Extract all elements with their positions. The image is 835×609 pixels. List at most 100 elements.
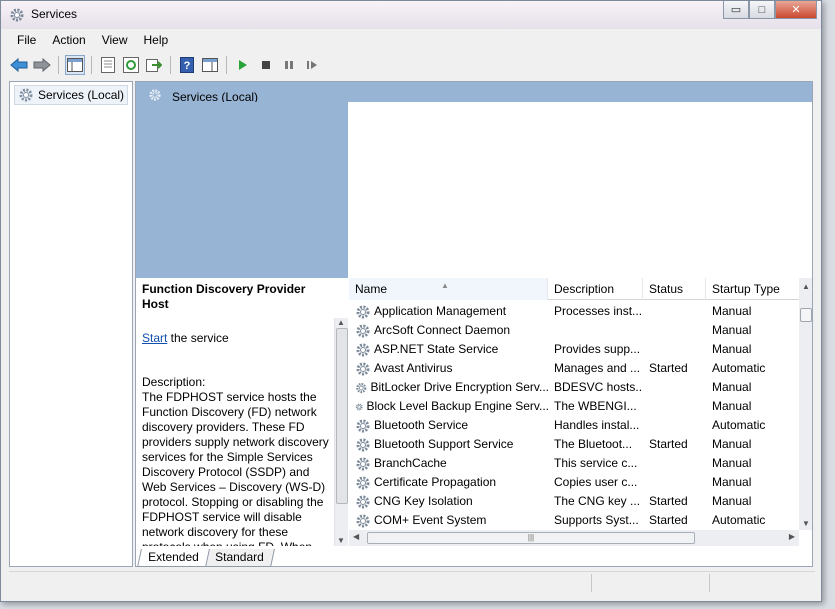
menu-action[interactable]: Action <box>44 30 93 50</box>
table-row[interactable]: BitLocker Drive Encryption Serv... BDESVC… <box>349 378 799 397</box>
service-name: BitLocker Drive Encryption Serv... <box>370 380 549 394</box>
service-status <box>649 321 707 340</box>
table-row[interactable]: COM+ Event System Supports Syst... Started… <box>349 511 799 530</box>
service-description <box>554 321 643 340</box>
service-name-cell: Application Management <box>355 302 549 321</box>
service-name: Bluetooth Service <box>374 418 469 432</box>
column-header-name[interactable]: ▲ Name <box>349 278 548 300</box>
start-line: Start the service <box>142 331 334 346</box>
title-bar[interactable]: Services ▭ □ ✕ <box>1 1 821 29</box>
export-list-button[interactable] <box>144 55 164 75</box>
service-description: Handles instal... <box>554 418 640 432</box>
close-icon: ✕ <box>791 4 801 16</box>
show-hide-console-tree-icon <box>67 58 83 72</box>
list-vertical-scrollbar[interactable]: ▲ ▼ <box>799 278 812 530</box>
detail-scrollbar[interactable]: ▲ ▼ <box>334 318 348 546</box>
service-status: Started <box>649 437 688 451</box>
show-hide-action-pane-button[interactable] <box>200 55 220 75</box>
table-row[interactable]: ArcSoft Connect Daemon Manual <box>349 321 799 340</box>
service-startup-type: Manual <box>712 494 752 508</box>
scroll-up-arrow-icon[interactable]: ▲ <box>337 318 345 327</box>
start-suffix: the service <box>167 331 229 345</box>
panel-header: Services (Local) <box>136 82 812 104</box>
table-row[interactable]: Bluetooth Support Service The Bluetoot...… <box>349 435 799 454</box>
table-row[interactable]: CNG Key Isolation The CNG key ... Started M… <box>349 492 799 511</box>
service-name-cell: Block Level Backup Engine Serv... <box>355 397 549 416</box>
description-text: The FDPHOST service hosts the Function D… <box>142 390 329 546</box>
service-name-cell: ASP.NET State Service <box>355 340 549 359</box>
service-description: Provides supp... <box>554 342 641 356</box>
stop-service-button[interactable] <box>256 55 276 75</box>
service-status <box>649 340 707 359</box>
tab-extended[interactable]: Extended <box>137 549 210 567</box>
scroll-thumb[interactable] <box>336 328 348 504</box>
table-row[interactable]: Application Management Processes inst... M… <box>349 302 799 321</box>
service-name-cell: BitLocker Drive Encryption Serv... <box>355 378 549 397</box>
panel-header-band <box>136 102 348 278</box>
scroll-thumb[interactable] <box>800 308 812 322</box>
start-service-link[interactable]: Start <box>142 331 167 345</box>
menu-help[interactable]: Help <box>136 30 177 50</box>
column-header-startup-type[interactable]: Startup Type <box>706 278 800 300</box>
tree-node-services-local[interactable]: Services (Local) <box>14 85 129 105</box>
maximize-button[interactable]: □ <box>749 1 775 19</box>
service-name-cell: Bluetooth Support Service <box>355 435 549 454</box>
refresh-button[interactable] <box>121 55 141 75</box>
column-label: Description <box>554 282 615 296</box>
scroll-right-arrow-icon[interactable]: ▶ <box>789 532 795 541</box>
back-button[interactable] <box>9 55 29 75</box>
menu-view[interactable]: View <box>94 30 136 50</box>
scroll-down-arrow-icon[interactable]: ▼ <box>802 519 810 528</box>
service-description: Copies user c... <box>554 475 638 489</box>
column-header-status[interactable]: Status <box>643 278 706 300</box>
table-row[interactable]: ASP.NET State Service Provides supp... Man… <box>349 340 799 359</box>
service-startup-type: Manual <box>712 380 752 394</box>
toolbar-separator <box>226 56 227 74</box>
service-name: BranchCache <box>374 456 447 470</box>
table-row[interactable]: Avast Antivirus Manages and ... Started Aut… <box>349 359 799 378</box>
table-row[interactable]: Certificate Propagation Copies user c... M… <box>349 473 799 492</box>
scroll-up-arrow-icon[interactable]: ▲ <box>802 282 810 291</box>
table-row[interactable]: Block Level Backup Engine Serv... The WBE… <box>349 397 799 416</box>
service-description: BDESVC hosts... <box>554 380 643 394</box>
service-name: Application Management <box>374 304 507 318</box>
close-button[interactable]: ✕ <box>775 1 817 19</box>
scroll-down-arrow-icon[interactable]: ▼ <box>337 536 345 545</box>
table-row[interactable]: Bluetooth Service Handles instal... Automa… <box>349 416 799 435</box>
pause-service-button[interactable] <box>279 55 299 75</box>
service-name: Block Level Backup Engine Serv... <box>366 399 549 413</box>
show-hide-console-tree-button[interactable] <box>65 55 85 75</box>
service-gear-icon <box>356 382 367 393</box>
forward-icon <box>33 58 51 72</box>
list-horizontal-scrollbar[interactable]: ◀ ||| ▶ <box>349 530 799 546</box>
scroll-left-arrow-icon[interactable]: ◀ <box>353 532 359 541</box>
service-description: The Bluetoot... <box>554 437 633 451</box>
service-name-cell: COM+ Event System <box>355 511 549 530</box>
services-gear-icon <box>10 8 24 22</box>
help-icon: ? <box>180 57 194 73</box>
toolbar-separator <box>170 56 171 74</box>
service-description: Processes inst... <box>554 304 643 318</box>
resume-service-button[interactable] <box>302 55 322 75</box>
service-status <box>649 416 707 435</box>
service-startup-type: Manual <box>712 323 752 337</box>
services-window: Services ▭ □ ✕ File Action View Help ? S… <box>0 0 822 602</box>
service-gear-icon <box>355 403 363 410</box>
forward-button[interactable] <box>32 55 52 75</box>
menu-file[interactable]: File <box>9 30 44 50</box>
scroll-thumb[interactable]: ||| <box>367 532 695 544</box>
properties-button[interactable] <box>98 55 118 75</box>
service-name: Certificate Propagation <box>374 475 497 489</box>
service-name-cell: BranchCache <box>355 454 549 473</box>
table-row[interactable]: BranchCache This service c... Manual <box>349 454 799 473</box>
minimize-button[interactable]: ▭ <box>723 1 749 19</box>
service-startup-type: Automatic <box>712 513 766 527</box>
start-service-button[interactable] <box>233 55 253 75</box>
service-name: ASP.NET State Service <box>374 342 499 356</box>
service-gear-icon <box>356 438 370 451</box>
export-list-icon <box>146 59 162 72</box>
column-header-description[interactable]: Description <box>548 278 643 300</box>
help-button[interactable]: ? <box>177 55 197 75</box>
tab-standard[interactable]: Standard <box>203 549 275 567</box>
service-startup-type: Manual <box>712 475 752 489</box>
